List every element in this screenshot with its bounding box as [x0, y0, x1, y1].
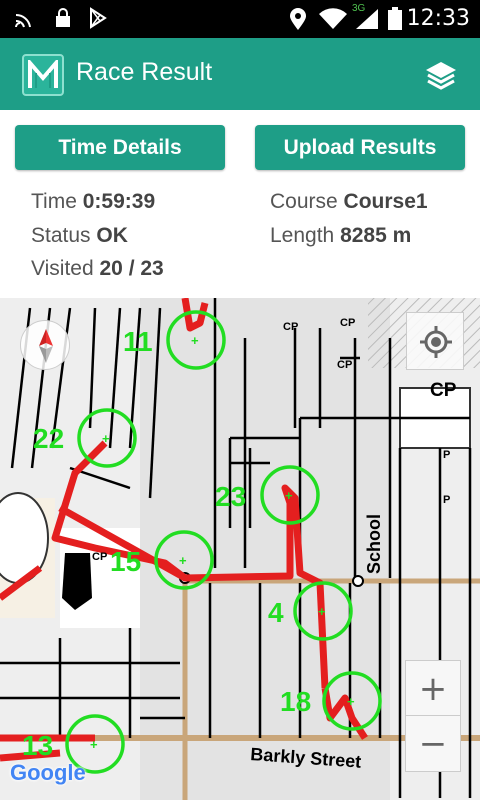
course-row: Course Course1 — [270, 190, 428, 214]
length-label: Length — [270, 224, 335, 247]
compass-button[interactable] — [20, 320, 70, 370]
status-value: OK — [96, 224, 128, 247]
control-22-label: 22 — [33, 423, 64, 454]
signal-icon — [354, 7, 380, 36]
battery-icon — [388, 7, 402, 36]
clock: 12:33 — [406, 6, 470, 31]
cp-label-4: CP — [92, 551, 107, 563]
app-logo — [22, 54, 64, 96]
length-row: Length 8285 m — [270, 224, 411, 248]
page-title: Race Result — [76, 58, 213, 86]
control-18-label: 18 — [280, 686, 311, 717]
my-location-icon — [420, 326, 452, 358]
layers-icon[interactable] — [424, 60, 458, 95]
visited-value: 20 / 23 — [99, 257, 164, 280]
play-store-icon — [88, 7, 108, 34]
app-bar: Race Result — [0, 38, 480, 110]
cp-label-large: CP — [430, 380, 457, 401]
cp-label-2: CP — [340, 317, 355, 329]
time-details-button[interactable]: Time Details — [15, 125, 225, 170]
course-value: Course1 — [343, 190, 428, 213]
zoom-in-button[interactable]: + — [405, 660, 461, 716]
course-label: Course — [270, 190, 338, 213]
location-icon — [288, 7, 308, 36]
control-4-label: 4 — [268, 597, 284, 628]
length-value: 8285 m — [340, 224, 412, 247]
lock-icon — [54, 7, 72, 34]
cp-label-3: CP — [337, 359, 352, 371]
cp-label-1: CP — [283, 321, 298, 333]
control-15-label: 15 — [110, 546, 141, 577]
svg-text:+: + — [318, 604, 326, 619]
upload-results-button[interactable]: Upload Results — [255, 125, 465, 170]
compass-icon — [39, 329, 53, 363]
time-row: Time 0:59:39 — [31, 190, 155, 214]
status-row: Status OK — [31, 224, 128, 248]
status-bar: 3G 12:33 — [0, 0, 480, 38]
time-value: 0:59:39 — [82, 190, 156, 213]
visited-row: Visited 20 / 23 — [31, 257, 164, 281]
control-11-label: 11 — [123, 326, 153, 357]
parking-label-1: P — [443, 449, 450, 461]
google-attribution: Google — [10, 760, 86, 785]
zoom-out-button[interactable]: − — [405, 716, 461, 772]
street-school: School — [364, 514, 384, 574]
svg-text:+: + — [90, 737, 98, 752]
control-23-label: 23 — [215, 481, 246, 512]
svg-text:+: + — [285, 488, 293, 503]
my-location-button[interactable] — [406, 312, 464, 370]
map-view[interactable]: CP CP CP CP CP P P School Barkly Street … — [0, 298, 480, 800]
svg-text:+: + — [179, 553, 187, 568]
svg-text:+: + — [102, 431, 110, 446]
control-13-label: 13 — [22, 730, 53, 761]
svg-text:+: + — [347, 694, 355, 709]
visited-label: Visited — [31, 257, 94, 280]
cast-icon — [14, 7, 36, 34]
parking-label-2: P — [443, 494, 450, 506]
time-label: Time — [31, 190, 77, 213]
status-label: Status — [31, 224, 91, 247]
svg-text:+: + — [191, 333, 199, 348]
wifi-icon — [318, 7, 348, 36]
